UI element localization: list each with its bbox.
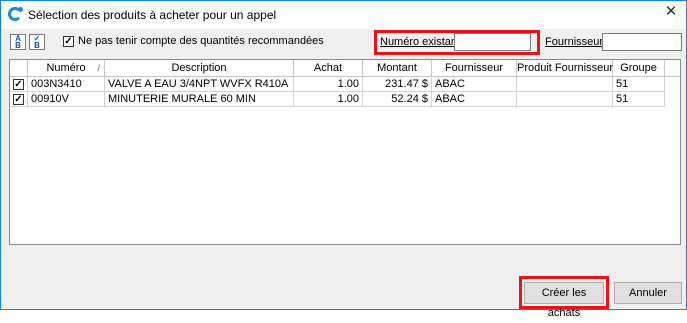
table-header-check (10, 60, 28, 77)
table-cell-groupe[interactable]: 51 (613, 92, 665, 107)
table-cell-numero[interactable]: 00910V (28, 92, 105, 107)
column-header-description[interactable]: Description (105, 60, 294, 77)
cancel-button[interactable]: Annuler (614, 282, 682, 304)
products-table: Numéro / Description Achat Montant Fourn… (9, 59, 681, 245)
close-icon[interactable]: ✕ (656, 1, 686, 25)
table-cell-montant[interactable]: 52.24 $ (363, 92, 432, 107)
select-all-icon[interactable]: AB (10, 34, 26, 50)
column-header-numero[interactable]: Numéro / (28, 60, 105, 77)
column-header-achat[interactable]: Achat (294, 60, 363, 77)
table-cell-achat[interactable]: 1.00 (294, 77, 363, 92)
table-cell-description[interactable]: VALVE A EAU 3/4NPT WVFX R410A (105, 77, 294, 92)
fournisseur-label: Fournisseur : (545, 36, 610, 48)
table-cell-description[interactable]: MINUTERIE MURALE 60 MIN (105, 92, 294, 107)
dialog-window: Sélection des produits à acheter pour un… (0, 0, 687, 319)
table-cell-numero[interactable]: 003N3410 (28, 77, 105, 92)
column-header-groupe[interactable]: Groupe (613, 60, 665, 77)
ignore-quantities-label: Ne pas tenir compte des quantités recomm… (78, 35, 324, 47)
column-header-montant[interactable]: Montant (363, 60, 432, 77)
sort-icon: / (97, 63, 100, 73)
table-header-filler (665, 60, 680, 77)
table-cell-produit-fournisseur[interactable] (517, 92, 613, 107)
table-cell-montant[interactable]: 231.47 $ (363, 77, 432, 92)
table-cell-groupe[interactable]: 51 (613, 77, 665, 92)
table-row-checkbox-cell[interactable]: ✓ (10, 92, 28, 107)
deselect-all-icon[interactable]: ✓ B (29, 34, 45, 50)
title-bar: Sélection des produits à acheter pour un… (1, 1, 686, 29)
row-checkbox[interactable]: ✓ (13, 79, 24, 90)
window-title: Sélection des produits à acheter pour un… (28, 8, 277, 22)
table-cell-fournisseur[interactable]: ABAC (432, 92, 517, 107)
table-cell-produit-fournisseur[interactable] (517, 77, 613, 92)
fournisseur-input[interactable] (602, 33, 682, 51)
column-header-produit-fournisseur[interactable]: Produit Fournisseur (517, 60, 613, 77)
row-checkbox[interactable]: ✓ (13, 94, 24, 105)
table-cell-fournisseur[interactable]: ABAC (432, 77, 517, 92)
column-header-label: Numéro (46, 62, 86, 74)
create-purchases-button[interactable]: Créer les achats (524, 282, 604, 319)
app-icon (8, 7, 23, 21)
numero-input[interactable] (454, 33, 531, 51)
table-row-checkbox-cell[interactable]: ✓ (10, 77, 28, 92)
table-cell-achat[interactable]: 1.00 (294, 92, 363, 107)
ignore-quantities-checkbox[interactable]: ✓ (63, 36, 74, 47)
column-header-fournisseur[interactable]: Fournisseur (432, 60, 517, 77)
